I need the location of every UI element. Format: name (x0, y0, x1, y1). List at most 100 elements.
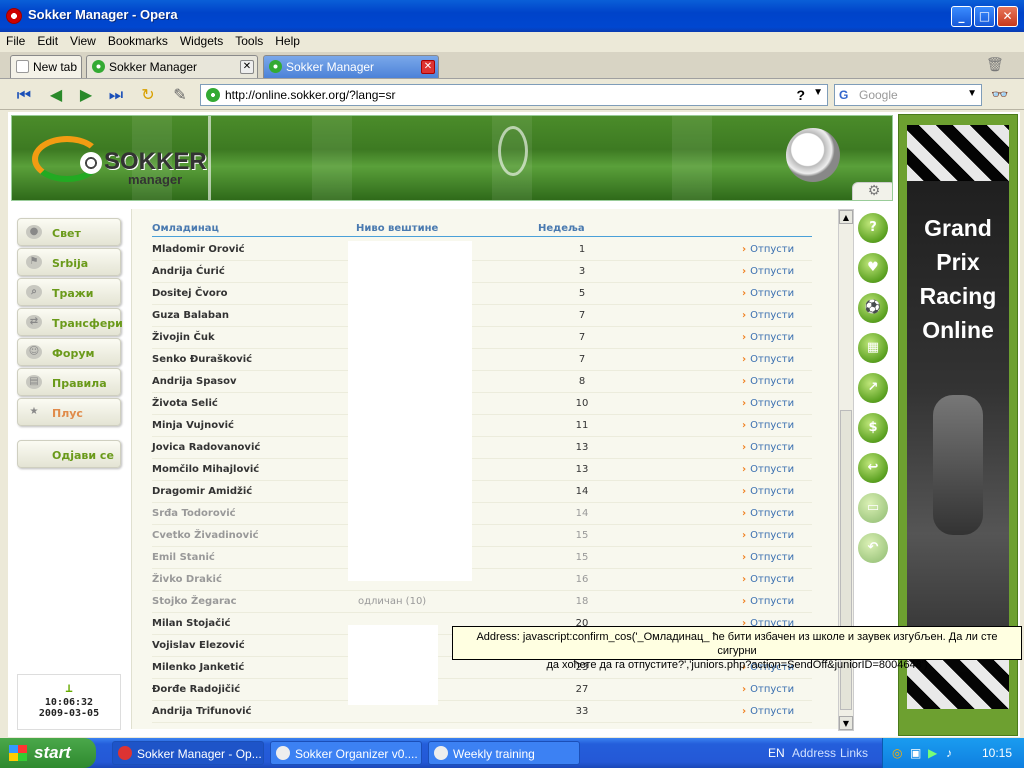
shield-icon[interactable]: ♥ (858, 253, 888, 283)
menu-help[interactable]: Help (269, 32, 306, 50)
release-link[interactable]: Отпусти (742, 574, 794, 585)
nav-country[interactable]: ⚑ Srbija (17, 248, 121, 276)
tab-close-icon[interactable]: ✕ (421, 60, 435, 74)
pitch-icon[interactable]: ▦ (858, 333, 888, 363)
fast-forward-icon[interactable]: ⏭ (104, 84, 128, 106)
release-link[interactable]: Отпусти (742, 398, 794, 409)
release-link[interactable]: Отпусти (742, 684, 794, 695)
menu-widgets[interactable]: Widgets (174, 32, 229, 50)
logout-button[interactable]: Одјави се (17, 440, 121, 468)
training-icon[interactable]: ↗ (858, 373, 888, 403)
release-link[interactable]: Отпусти (742, 552, 794, 563)
release-link[interactable]: Отпусти (742, 310, 794, 321)
nav-forum[interactable]: ☺ Форум (17, 338, 121, 366)
release-link[interactable]: Отпусти (742, 706, 794, 717)
release-link[interactable]: Отпусти (742, 266, 794, 277)
col-week[interactable]: Недеља (538, 223, 585, 234)
reload-icon[interactable]: ↻ (136, 84, 160, 106)
nav-plus[interactable]: ★ Плус (17, 398, 121, 426)
tab-new[interactable]: New tab (10, 55, 82, 78)
return-icon[interactable]: ↩ (858, 453, 888, 483)
release-link[interactable]: Отпусти (742, 376, 794, 387)
junior-week: 14 (575, 508, 589, 519)
tray-icon[interactable]: ▣ (910, 746, 921, 760)
card-icon[interactable]: ▭ (858, 493, 888, 523)
release-link[interactable]: Отпусти (742, 442, 794, 453)
address-bar[interactable]: http://online.sokker.org/?lang=sr ? ▼ (200, 84, 828, 106)
magnifier-icon: ⌕ (26, 285, 42, 299)
close-button[interactable]: ✕ (997, 6, 1018, 27)
scroll-down-icon[interactable]: ▼ (839, 716, 853, 730)
table-row: Momčilo Mihajlović 13 Отпусти (152, 459, 812, 481)
chevron-down-icon[interactable]: ▼ (967, 88, 977, 99)
release-link[interactable]: Отпусти (742, 596, 794, 607)
menu-edit[interactable]: Edit (31, 32, 64, 50)
opera-icon (118, 746, 132, 760)
help-icon[interactable]: ? (796, 87, 805, 103)
help-icon[interactable]: ? (858, 213, 888, 243)
race-car-image (933, 395, 983, 535)
maximize-button[interactable]: □ (974, 6, 995, 27)
forward-icon[interactable]: ▶ (74, 84, 98, 106)
table-row: Mladomir Orović 1 Отпусти (152, 239, 812, 261)
back-arrow-icon[interactable]: ↶ (858, 533, 888, 563)
back-icon[interactable]: ◀ (44, 84, 68, 106)
edit-icon[interactable]: ✎ (168, 84, 192, 106)
chevron-down-icon[interactable]: ▼ (813, 87, 823, 98)
language-indicator[interactable]: EN (768, 746, 785, 760)
nav-rules[interactable]: ▤ Правила (17, 368, 121, 396)
table-row: Emil Stanić 15 Отпусти (152, 547, 812, 569)
release-link[interactable]: Отпусти (742, 486, 794, 497)
money-icon[interactable]: $ (858, 413, 888, 443)
task-opera[interactable]: Sokker Manager - Op... (112, 741, 264, 765)
header-banner: SOKKER manager ⚙ (11, 115, 893, 201)
table-row: Dositej Čvoro 5 Отпусти (152, 283, 812, 305)
menu-tools[interactable]: Tools (229, 32, 269, 50)
task-organizer[interactable]: Sokker Organizer v0.... (270, 741, 422, 765)
junior-name: Cvetko Živadinović (152, 530, 259, 541)
player-icon[interactable]: ⚽ (858, 293, 888, 323)
gear-icon[interactable]: ⚙ (852, 182, 892, 200)
col-junior[interactable]: Омладинац (152, 223, 219, 234)
task-training[interactable]: Weekly training (428, 741, 580, 765)
nav-transfers[interactable]: ⇄ Трансфери (17, 308, 123, 336)
menu-file[interactable]: File (0, 32, 31, 50)
table-row: Živko Drakić 16 Отпусти (152, 569, 812, 591)
table-row: Senko Đurašković 7 Отпусти (152, 349, 812, 371)
tray-icon[interactable]: ♪ (946, 746, 952, 760)
release-link[interactable]: Отпусти (742, 530, 794, 541)
col-skill[interactable]: Ниво вештине (356, 223, 438, 234)
links-toolbar[interactable]: Links (840, 746, 868, 760)
star-icon: ★ (29, 406, 39, 417)
trash-icon[interactable]: 🗑 (986, 57, 1004, 73)
tab-close-icon[interactable]: ✕ (240, 60, 254, 74)
nav-world[interactable]: ● Свет (17, 218, 121, 246)
scroll-up-icon[interactable]: ▲ (839, 210, 853, 224)
tab-bar: New tab Sokker Manager ✕ Sokker Manager … (0, 52, 1024, 79)
release-link[interactable]: Отпусти (742, 354, 794, 365)
tray-icon[interactable]: ▶ (928, 746, 937, 760)
minimize-button[interactable]: _ (951, 6, 972, 27)
release-link[interactable]: Отпусти (742, 244, 794, 255)
menu-view[interactable]: View (64, 32, 102, 50)
tray-icon[interactable]: ◎ (892, 746, 902, 760)
release-link[interactable]: Отпусти (742, 288, 794, 299)
redaction-box (348, 241, 472, 581)
address-toolbar[interactable]: Address (792, 746, 836, 760)
junior-week: 15 (575, 530, 589, 541)
menu-bookmarks[interactable]: Bookmarks (102, 32, 174, 50)
tab-sokker-1[interactable]: Sokker Manager ✕ (86, 55, 258, 78)
junior-week: 8 (578, 376, 586, 387)
rewind-icon[interactable]: ⏮ (12, 84, 36, 106)
release-link[interactable]: Отпусти (742, 464, 794, 475)
tab-sokker-2-active[interactable]: Sokker Manager ✕ (263, 55, 439, 78)
sokker-logo[interactable]: SOKKER manager (32, 130, 207, 190)
search-input[interactable]: G Google ▼ (834, 84, 982, 106)
start-button[interactable]: start (0, 738, 96, 768)
glasses-icon[interactable]: 👓 (988, 84, 1012, 106)
release-link[interactable]: Отпусти (742, 420, 794, 431)
junior-name: Minja Vujnović (152, 420, 234, 431)
release-link[interactable]: Отпусти (742, 332, 794, 343)
release-link[interactable]: Отпусти (742, 508, 794, 519)
nav-search[interactable]: ⌕ Тражи (17, 278, 121, 306)
